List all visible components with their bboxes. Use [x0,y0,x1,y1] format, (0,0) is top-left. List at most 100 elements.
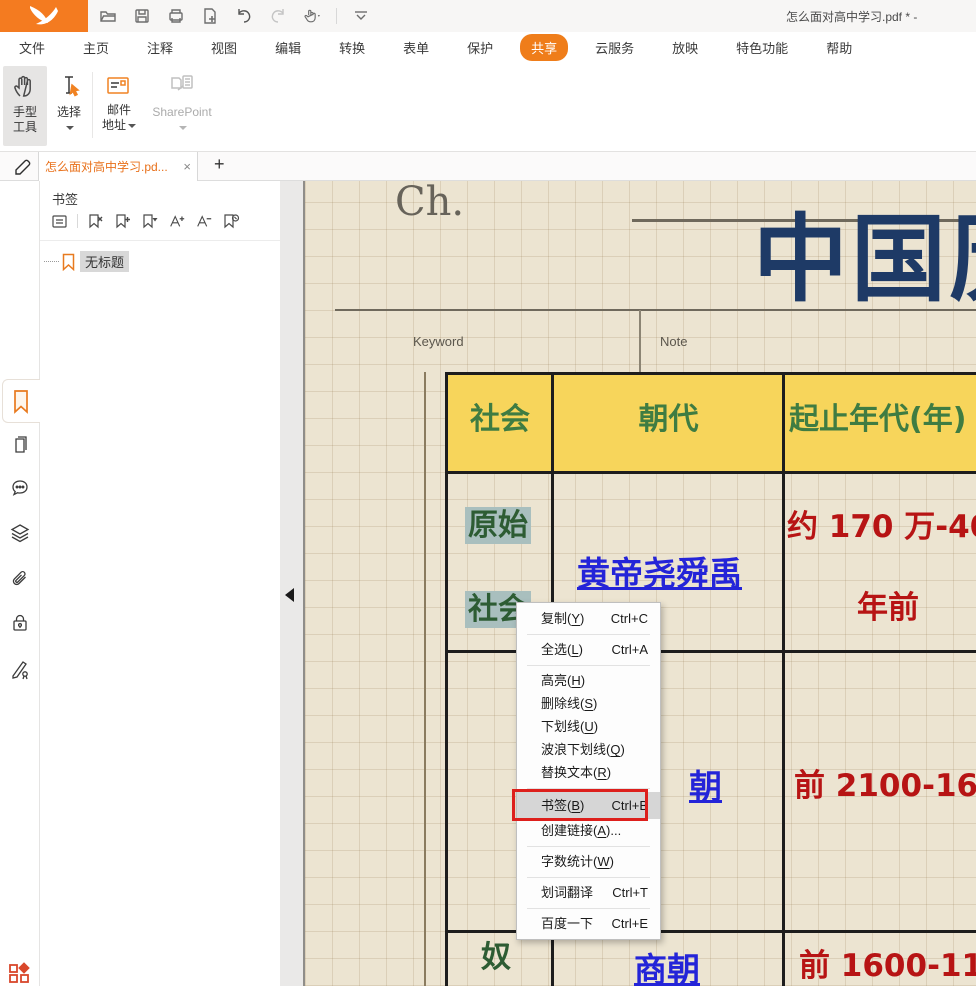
cell-dynasty-link[interactable]: 朝 [689,760,722,808]
bookmark-settings-icon[interactable] [222,212,240,230]
context-menu-separator [527,665,650,666]
bookmark-list-item[interactable]: 无标题 [44,251,129,272]
cell-period: 年前 [857,582,919,627]
menu-bar: 文件主页注释视图编辑转换表单保护共享云服务放映特色功能帮助 [0,32,976,62]
new-tab-button[interactable]: + [208,154,231,175]
menu-item-5[interactable]: 转换 [328,34,376,61]
table-border [445,471,976,474]
menu-item-9[interactable]: 云服务 [584,34,645,61]
bookmark-label: 无标题 [80,251,129,272]
collapse-panel-button[interactable] [285,588,294,602]
context-menu-item-6[interactable]: 下划线(U) [517,715,660,738]
expand-bookmark-icon[interactable] [141,212,159,230]
annotate-pencil-icon[interactable] [12,156,34,183]
toolbar-separator [336,8,337,24]
context-menu-separator [527,788,650,789]
cell-period: 前 2100-1600 [794,760,976,805]
cell-society-primitive: 原始 [465,500,531,544]
document-title: 怎么面对高中学习.pdf * - [786,8,976,25]
table-border [445,372,448,986]
title-bar: 怎么面对高中学习.pdf * - [0,0,976,32]
context-menu-separator [527,908,650,909]
table-header-period: 起止年代(年) [789,394,976,438]
pdf-reader-window: 怎么面对高中学习.pdf * - 文件主页注释视图编辑转换表单保护共享云服务放映… [0,0,976,986]
print-icon[interactable] [166,6,186,26]
font-increase-icon[interactable] [168,212,186,230]
security-icon[interactable] [9,612,31,634]
bookmark-toolbar [50,212,240,230]
document-tab[interactable]: 怎么面对高中学习.pd... × [38,152,198,181]
bookmark-panel: 书签 无标题 [40,181,280,986]
context-menu-separator [527,877,650,878]
app-logo[interactable] [0,0,88,32]
menu-item-4[interactable]: 编辑 [264,34,312,61]
quick-access-toolbar [98,0,371,32]
menu-item-12[interactable]: 帮助 [815,34,863,61]
ribbon: 手型工具 选择 邮件地址 SharePoint [0,62,976,152]
menu-item-6[interactable]: 表单 [392,34,440,61]
tree-line [44,261,59,262]
bookmarks-icon[interactable] [11,389,33,411]
page-rule [335,309,976,311]
menu-item-0[interactable]: 文件 [8,34,56,61]
close-icon[interactable]: × [183,159,191,174]
chapter-label: Ch. [395,181,464,225]
delete-bookmark-icon[interactable] [87,212,105,230]
menu-item-8[interactable]: 共享 [520,34,568,61]
select-tool-button[interactable]: 选择 [50,66,88,146]
save-icon[interactable] [132,6,152,26]
font-decrease-icon[interactable] [195,212,213,230]
menu-item-1[interactable]: 主页 [72,34,120,61]
list-menu-icon[interactable] [50,212,68,230]
context-menu-item-11[interactable]: 创建链接(A)... [517,819,660,842]
menu-item-11[interactable]: 特色功能 [725,34,799,61]
hand-tool-button[interactable]: 手型工具 [3,66,47,146]
mail-address-button[interactable]: 邮件地址 [96,66,142,146]
redo-icon[interactable] [268,6,288,26]
context-menu-item-8[interactable]: 替换文本(R) [517,761,660,784]
cell-society-slave: 奴 [481,932,511,976]
context-menu-item-7[interactable]: 波浪下划线(Q) [517,738,660,761]
menu-item-7[interactable]: 保护 [456,34,504,61]
note-label: Note [660,334,687,349]
context-menu-separator [527,634,650,635]
menu-item-2[interactable]: 注释 [136,34,184,61]
context-menu-item-17[interactable]: Ctrl+E百度一下 [517,912,660,935]
context-menu-item-4[interactable]: 高亮(H) [517,669,660,692]
chevron-down-icon [128,124,136,128]
signature-icon[interactable] [9,658,31,680]
touch-select-icon[interactable] [302,6,322,26]
context-menu-item-13[interactable]: 字数统计(W) [517,850,660,873]
menu-item-3[interactable]: 视图 [200,34,248,61]
ribbon-separator [92,72,93,138]
components-icon[interactable] [8,962,30,986]
context-menu-item-5[interactable]: 删除线(S) [517,692,660,715]
undo-icon[interactable] [234,6,254,26]
comments-icon[interactable] [9,477,31,499]
cell-dynasty-link[interactable]: 商朝 [634,943,700,986]
bookmark-panel-title: 书签 [52,189,78,208]
add-bookmark-icon[interactable] [114,212,132,230]
attachments-icon[interactable] [9,568,31,590]
menu-item-10[interactable]: 放映 [661,34,709,61]
cell-period: 前 1600-1100 [799,940,976,985]
cell-dynasty-link[interactable]: 黄帝尧舜禹 [577,547,742,595]
context-menu-item-2[interactable]: Ctrl+A全选(L) [517,638,660,661]
layers-icon[interactable] [9,522,31,544]
panel-gutter [280,181,303,986]
left-sidebar [0,181,40,986]
context-menu-item-0[interactable]: Ctrl+C复制(Y) [517,607,660,630]
sharepoint-button[interactable]: SharePoint [148,66,216,146]
chevron-down-icon [66,126,74,130]
table-border [445,372,976,375]
customize-toolbar-icon[interactable] [351,6,371,26]
pages-icon[interactable] [9,433,31,455]
hand-icon [11,72,39,100]
context-menu-item-10[interactable]: Ctrl+B书签(B) [517,792,660,819]
mail-icon [104,72,134,98]
chevron-down-icon [179,126,187,130]
open-icon[interactable] [98,6,118,26]
context-menu-separator [527,846,650,847]
context-menu-item-15[interactable]: Ctrl+T划词翻译 [517,881,660,904]
new-page-icon[interactable] [200,6,220,26]
